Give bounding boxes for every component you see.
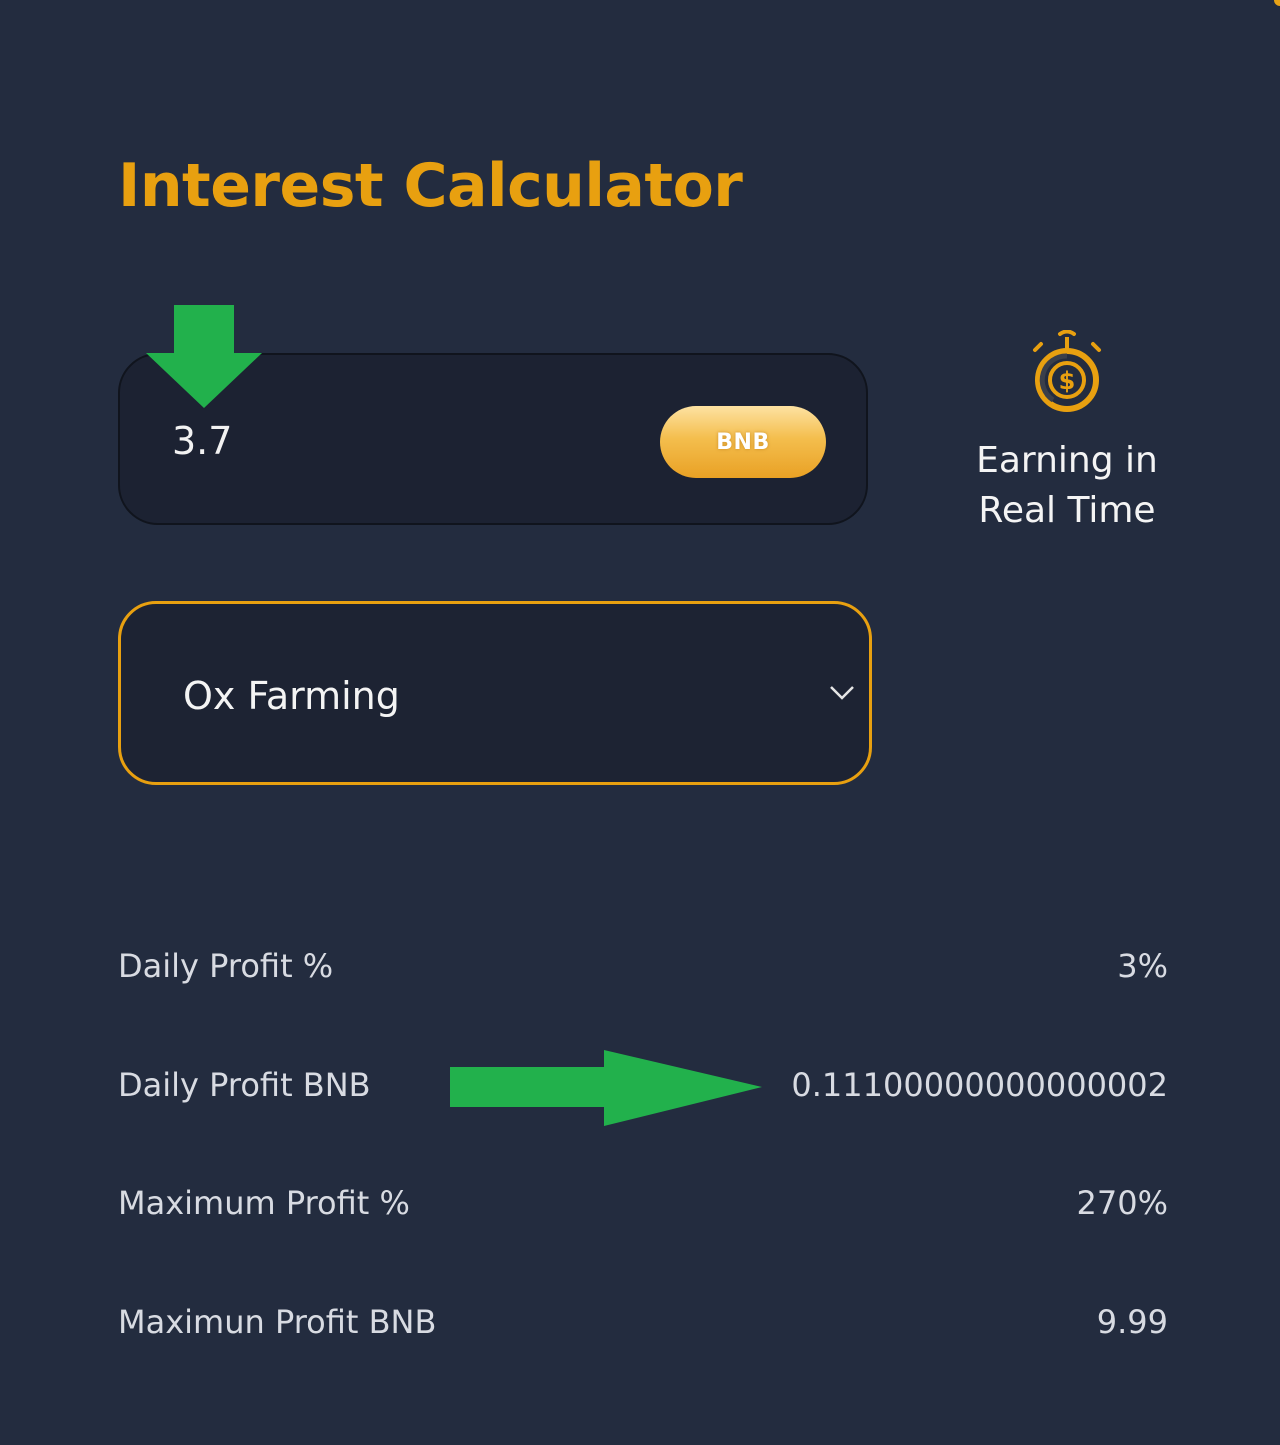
profit-stats: Daily Profit % 3% Daily Profit BNB 0.111… <box>118 940 1168 1414</box>
green-arrow-right-icon <box>450 1050 762 1126</box>
stat-label: Daily Profit BNB <box>118 1065 371 1104</box>
stat-value: 270% <box>1076 1184 1168 1222</box>
stat-row-maximum-profit-percent: Maximum Profit % 270% <box>118 1177 1168 1296</box>
stat-row-maximum-profit-bnb: Maximun Profit BNB 9.99 <box>118 1296 1168 1415</box>
stat-row-daily-profit-percent: Daily Profit % 3% <box>118 940 1168 1059</box>
stopwatch-dollar-icon: $ <box>1033 330 1101 412</box>
stat-label: Daily Profit % <box>118 947 334 985</box>
green-arrow-down-icon <box>146 305 262 408</box>
interest-calculator-panel: Interest Calculator 3.7 BNB $ Earning in… <box>0 0 1280 1445</box>
stat-value: 3% <box>1117 947 1168 985</box>
stat-label: Maximum Profit % <box>118 1184 410 1222</box>
currency-bnb-button[interactable]: BNB <box>660 406 826 478</box>
plan-select-value: Ox Farming <box>183 674 400 718</box>
currency-bnb-label: BNB <box>716 429 770 455</box>
earning-badge: $ Earning in Real Time <box>940 330 1194 536</box>
chevron-down-icon[interactable] <box>829 683 855 701</box>
page-title: Interest Calculator <box>118 151 743 221</box>
svg-text:$: $ <box>1059 367 1076 395</box>
corner-accent <box>1274 0 1280 6</box>
stat-label: Maximun Profit BNB <box>118 1302 437 1341</box>
stat-value: 0.11100000000000002 <box>791 1065 1168 1104</box>
earning-badge-text: Earning in Real Time <box>976 440 1158 531</box>
stat-value: 9.99 <box>1096 1302 1168 1341</box>
amount-input-value[interactable]: 3.7 <box>172 417 232 465</box>
plan-select-dropdown[interactable]: Ox Farming <box>118 601 872 785</box>
